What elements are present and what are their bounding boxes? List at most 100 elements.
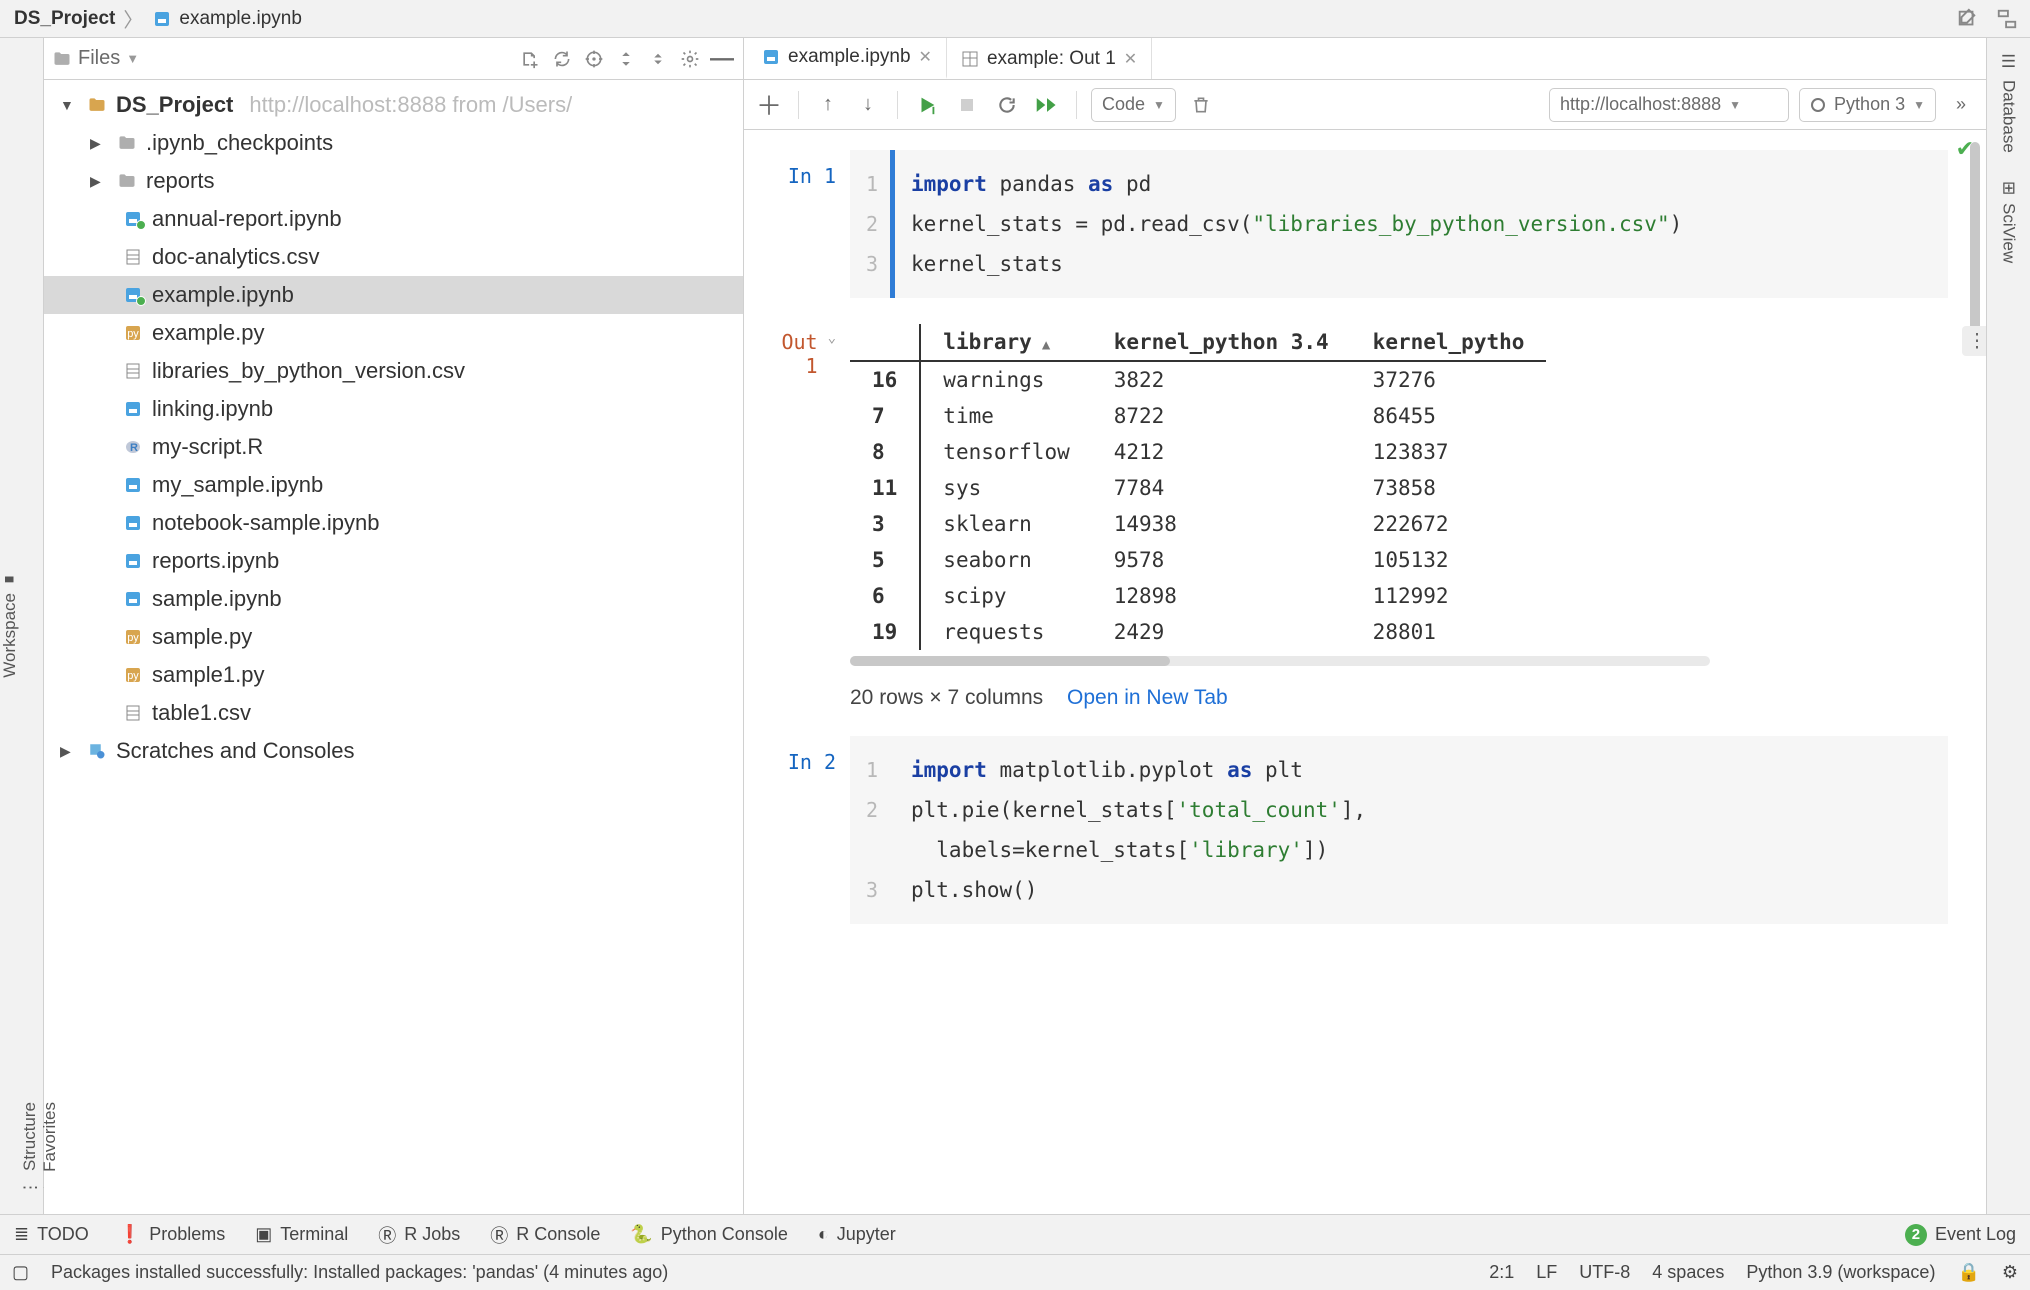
editor-tab[interactable]: example.ipynb ✕ xyxy=(748,38,947,79)
table-row[interactable]: 16warnings382237276 xyxy=(850,361,1546,398)
tree-file[interactable]: example.ipynb xyxy=(44,276,743,314)
close-icon[interactable]: ✕ xyxy=(1124,49,1137,69)
caret-right-icon[interactable]: ▶ xyxy=(90,135,108,152)
restart-icon[interactable] xyxy=(992,90,1022,120)
caret-down-icon[interactable]: ▼ xyxy=(60,97,78,113)
project-view-label[interactable]: Files xyxy=(78,47,120,70)
breadcrumb-file[interactable]: example.ipynb xyxy=(145,8,308,30)
table-cell: 7784 xyxy=(1092,470,1351,506)
ide-settings-icon[interactable]: ⚙ xyxy=(2002,1262,2018,1283)
code-editor[interactable]: import matplotlib.pyplot as plt plt.pie(… xyxy=(890,736,1948,924)
table-header[interactable]: library▲ xyxy=(920,324,1091,361)
table-row[interactable]: 5seaborn9578105132 xyxy=(850,542,1546,578)
table-header[interactable]: kernel_pytho xyxy=(1351,324,1547,361)
project-tree[interactable]: ▼ DS_Project http://localhost:8888 from … xyxy=(44,80,743,1214)
chevron-down-icon[interactable]: ▼ xyxy=(126,51,139,66)
tree-root[interactable]: ▼ DS_Project http://localhost:8888 from … xyxy=(44,86,743,124)
move-down-icon[interactable]: ↓ xyxy=(853,90,883,120)
tree-item-label: doc-analytics.csv xyxy=(152,244,320,270)
tree-folder[interactable]: ▶ .ipynb_checkpoints xyxy=(44,124,743,162)
tool-structure[interactable]: Structure ⋮ xyxy=(20,1088,40,1214)
cursor-position[interactable]: 2:1 xyxy=(1489,1262,1514,1283)
tool-rconsole[interactable]: ⓇR Console xyxy=(490,1222,600,1248)
caret-right-icon[interactable]: ▶ xyxy=(60,743,78,760)
more-toolbar-icon[interactable]: » xyxy=(1946,90,1976,120)
horizontal-scrollbar[interactable] xyxy=(850,656,1710,666)
tree-file[interactable]: reports.ipynb xyxy=(44,542,743,580)
new-file-icon[interactable] xyxy=(517,46,543,72)
tree-file[interactable]: py sample.py xyxy=(44,618,743,656)
search-replace-icon[interactable] xyxy=(1996,8,2018,30)
collapse-all-icon[interactable] xyxy=(645,46,671,72)
tree-file[interactable]: py example.py xyxy=(44,314,743,352)
chevron-down-icon[interactable]: ⌄ xyxy=(828,330,836,346)
refresh-icon[interactable] xyxy=(549,46,575,72)
tree-file[interactable]: libraries_by_python_version.csv xyxy=(44,352,743,390)
interpreter[interactable]: Python 3.9 (workspace) xyxy=(1746,1262,1935,1283)
tool-problems[interactable]: ❗Problems xyxy=(119,1224,225,1245)
table-header[interactable] xyxy=(850,324,920,361)
label: R Jobs xyxy=(404,1224,460,1245)
tree-file[interactable]: my_sample.ipynb xyxy=(44,466,743,504)
table-row[interactable]: 11sys778473858 xyxy=(850,470,1546,506)
tool-terminal[interactable]: ▣Terminal xyxy=(255,1224,348,1245)
delete-cell-icon[interactable] xyxy=(1186,90,1216,120)
table-more-icon[interactable]: ⋮ xyxy=(1962,326,1986,356)
tree-scratches[interactable]: ▶ Scratches and Consoles xyxy=(44,732,743,770)
move-up-icon[interactable]: ↑ xyxy=(813,90,843,120)
tool-pyconsole[interactable]: 🐍Python Console xyxy=(630,1224,788,1245)
notebook-content[interactable]: ✔ In 1 123 import pandas as pd kernel_st… xyxy=(744,130,1986,1214)
tool-sciview[interactable]: ⊞ SciView xyxy=(1999,167,2019,277)
tool-eventlog[interactable]: 2 Event Log xyxy=(1905,1224,2016,1246)
table-row[interactable]: 6scipy12898112992 xyxy=(850,578,1546,614)
tree-file[interactable]: R my-script.R xyxy=(44,428,743,466)
tree-file[interactable]: notebook-sample.ipynb xyxy=(44,504,743,542)
tool-jupyter[interactable]: ◐Jupyter xyxy=(818,1224,896,1245)
tree-file[interactable]: linking.ipynb xyxy=(44,390,743,428)
code-editor[interactable]: import pandas as pd kernel_stats = pd.re… xyxy=(890,150,1948,298)
editor-tab[interactable]: example: Out 1 ✕ xyxy=(947,38,1152,79)
lock-icon[interactable]: 🔒 xyxy=(1957,1262,1979,1283)
vertical-scrollbar[interactable] xyxy=(1970,142,1980,682)
stop-icon[interactable] xyxy=(952,90,982,120)
cell-in-2[interactable]: In 2 123 import matplotlib.pyplot as plt… xyxy=(766,736,1948,924)
table-row[interactable]: 7time872286455 xyxy=(850,398,1546,434)
hide-panel-icon[interactable]: — xyxy=(709,46,735,72)
table-header[interactable]: kernel_python 3.4 xyxy=(1092,324,1351,361)
kernel-select[interactable]: Python 3 ▼ xyxy=(1799,88,1936,122)
file-encoding[interactable]: UTF-8 xyxy=(1579,1262,1630,1283)
tree-file[interactable]: sample.ipynb xyxy=(44,580,743,618)
table-row[interactable]: 8tensorflow4212123837 xyxy=(850,434,1546,470)
tool-rjobs[interactable]: ⓇR Jobs xyxy=(378,1222,460,1248)
open-in-new-tab-link[interactable]: Open in New Tab xyxy=(1067,686,1228,709)
tree-file[interactable]: py sample1.py xyxy=(44,656,743,694)
table-row[interactable]: 3sklearn14938222672 xyxy=(850,506,1546,542)
run-all-icon[interactable] xyxy=(1032,90,1062,120)
expand-all-icon[interactable] xyxy=(613,46,639,72)
breadcrumb-root[interactable]: DS_Project xyxy=(8,8,121,30)
settings-icon[interactable] xyxy=(677,46,703,72)
tool-database[interactable]: ☰ Database xyxy=(1999,38,2019,167)
table-row[interactable]: 19requests242928801 xyxy=(850,614,1546,650)
tree-file[interactable]: table1.csv xyxy=(44,694,743,732)
run-cell-icon[interactable] xyxy=(912,90,942,120)
tool-workspace[interactable]: ∎ Workspace xyxy=(0,560,20,692)
target-icon[interactable] xyxy=(581,46,607,72)
line-separator[interactable]: LF xyxy=(1536,1262,1557,1283)
edit-icon[interactable] xyxy=(1956,8,1978,30)
cell-prompt[interactable]: Out 1 ⌄ xyxy=(766,324,850,710)
breadcrumb-file-label: example.ipynb xyxy=(179,8,302,30)
tree-file[interactable]: annual-report.ipynb xyxy=(44,200,743,238)
server-select[interactable]: http://localhost:8888 ▼ xyxy=(1549,88,1789,122)
tool-todo[interactable]: ≣TODO xyxy=(14,1224,89,1245)
output-dataframe[interactable]: library▲kernel_python 3.4kernel_pytho 16… xyxy=(850,324,1546,650)
add-cell-icon[interactable]: ＋ xyxy=(754,90,784,120)
cell-in-1[interactable]: In 1 123 import pandas as pd kernel_stat… xyxy=(766,150,1948,298)
tree-file[interactable]: doc-analytics.csv xyxy=(44,238,743,276)
indent-settings[interactable]: 4 spaces xyxy=(1652,1262,1724,1283)
close-icon[interactable]: ✕ xyxy=(919,47,932,67)
tree-folder[interactable]: ▶ reports xyxy=(44,162,743,200)
cell-type-select[interactable]: Code ▼ xyxy=(1091,88,1176,122)
caret-right-icon[interactable]: ▶ xyxy=(90,173,108,190)
notification-icon[interactable]: ▢ xyxy=(12,1262,29,1283)
